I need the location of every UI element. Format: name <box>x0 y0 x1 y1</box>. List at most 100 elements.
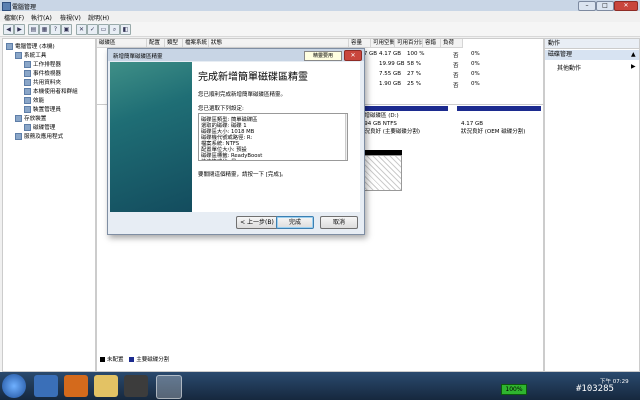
tree-item-label: 事件檢視器 <box>33 71 61 77</box>
folder-open-icon[interactable]: ▭ <box>98 24 109 35</box>
navigation-tree: 電腦管理 (本機) 系統工具 工作排程器事件檢視器共用資料夾本機使用者和群組 效能裝置… <box>2 38 96 372</box>
finish-button[interactable]: 完成 <box>276 216 314 229</box>
unallocated-swatch <box>100 357 105 362</box>
tree-item[interactable]: 服務及應用程式 <box>15 132 63 140</box>
tree-item-label: 服務及應用程式 <box>24 134 64 140</box>
forward-icon[interactable]: ▶ <box>14 24 25 35</box>
column-header[interactable]: 磁碟區 <box>97 39 147 48</box>
wizard-heading: 完成新增簡單磁碟區精靈 <box>198 72 308 83</box>
column-header[interactable]: 負荷 <box>441 39 463 48</box>
column-header[interactable]: 狀態 <box>209 39 349 48</box>
tree-item[interactable]: 電腦管理 (本機) <box>6 42 55 50</box>
actions-pane: 動作 磁碟管理 ▲ 其他動作 ▶ <box>544 38 640 372</box>
actions-section[interactable]: 磁碟管理 <box>545 50 639 60</box>
table-cell: 0% <box>471 81 480 87</box>
view-icon[interactable]: ▣ <box>61 24 72 35</box>
disk-icon[interactable]: ◧ <box>120 24 131 35</box>
table-cell: 7.55 GB <box>379 71 402 77</box>
settings-scrollbar[interactable] <box>345 114 347 160</box>
table-cell: 否 <box>453 53 459 59</box>
back-icon[interactable]: ◀ <box>3 24 14 35</box>
partition-name[interactable]: 4.17 GB <box>461 120 483 128</box>
menu-help[interactable]: 說明(H) <box>88 13 109 22</box>
partition-bar <box>457 106 541 111</box>
menu-file[interactable]: 檔案(F) <box>4 13 24 22</box>
media-player-icon[interactable] <box>124 375 148 397</box>
column-header[interactable]: 類型 <box>165 39 183 48</box>
chevron-right-icon[interactable]: ▶ <box>631 63 636 70</box>
table-cell: 0% <box>471 61 480 67</box>
tree-item[interactable]: 存放裝置 <box>15 114 46 122</box>
table-cell: 1.90 GB <box>379 81 402 87</box>
explorer-icon[interactable] <box>94 375 118 397</box>
wizard-title: 新增簡單磁碟區精靈 <box>113 54 163 60</box>
tree-item-label: 系統工具 <box>24 53 47 59</box>
column-header[interactable]: 檔案系統 <box>183 39 209 48</box>
more-actions[interactable]: 其他動作 <box>557 63 581 72</box>
table-cell: 0% <box>471 51 480 57</box>
cancel-button[interactable]: 取消 <box>320 216 358 229</box>
maximize-button[interactable]: □ <box>596 1 614 11</box>
folder-icon[interactable]: ▤ <box>28 24 39 35</box>
tree-item[interactable]: 本機使用者和群組 <box>24 87 78 95</box>
computer-management-taskbar-icon[interactable] <box>156 375 182 399</box>
tree-item-label: 本機使用者和群組 <box>33 89 78 95</box>
partition-status: 狀況良好 (主要磁碟分割) <box>359 129 421 135</box>
tree-node-icon <box>24 88 31 95</box>
actions-header: 動作 <box>545 39 639 49</box>
tree-item-label: 共用資料夾 <box>33 80 61 86</box>
taskbar <box>0 372 640 400</box>
column-header[interactable]: 可用百分比 <box>395 39 423 48</box>
tree-item[interactable]: 磁碟管理 <box>24 123 55 131</box>
settings-list[interactable]: 磁碟區類型: 簡單磁碟區 選取的磁碟: 磁碟 1 磁碟區大小: 1018 MB 磁碟機… <box>198 113 348 161</box>
help-icon[interactable]: ? <box>50 24 61 35</box>
minimize-button[interactable]: – <box>578 1 596 11</box>
tree-item-label: 裝置管理員 <box>33 107 61 113</box>
tree-item[interactable]: 效能 <box>24 96 44 104</box>
search-icon[interactable]: ⌕ <box>109 24 120 35</box>
selected-settings-label: 您已選取下列設定: <box>198 106 244 112</box>
menu-action[interactable]: 執行(A) <box>31 13 52 22</box>
table-cell: 否 <box>453 83 459 89</box>
check-icon[interactable]: ✓ <box>87 24 98 35</box>
tree-node-icon <box>24 124 31 131</box>
legend-unallocated: 未配置 <box>107 357 124 363</box>
tooltip: 精靈要用 <box>304 51 342 61</box>
tree-item[interactable]: 裝置管理員 <box>24 105 61 113</box>
start-button[interactable] <box>2 374 26 398</box>
tree-item-label: 效能 <box>33 98 45 104</box>
window-title: 電腦管理 <box>12 4 37 11</box>
back-button[interactable]: < 上一步(B) <box>236 216 278 229</box>
table-cell: 58 % <box>407 61 421 67</box>
wizard-close-button[interactable]: ✕ <box>344 50 362 61</box>
partition-status: 狀況良好 (OEM 磁碟分割) <box>461 129 526 135</box>
tree-node-icon <box>6 43 13 50</box>
column-header[interactable]: 配置 <box>147 39 165 48</box>
firefox-icon[interactable] <box>64 375 88 397</box>
new-simple-volume-wizard: 新增簡單磁碟區精靈 精靈要用 ✕ 完成新增簡單磁碟區精靈 您已順利完成新增簡單磁… <box>107 48 365 235</box>
column-header[interactable]: 容錯 <box>423 39 441 48</box>
tree-item[interactable]: 事件檢視器 <box>24 69 61 77</box>
tree-item[interactable]: 共用資料夾 <box>24 78 61 86</box>
title-bar[interactable]: 電腦管理 – □ ✕ <box>0 0 640 11</box>
tree-node-icon <box>24 97 31 104</box>
collapse-icon[interactable]: ▲ <box>631 51 636 58</box>
ie-icon[interactable] <box>34 375 58 397</box>
tree-node-icon <box>24 106 31 113</box>
tree-node-icon <box>15 52 22 59</box>
menu-view[interactable]: 檢視(V) <box>60 13 81 22</box>
toolbar: ◀ ▶ ▤ ▦ ? ▣ ✕ ✓ ▭ ⌕ ◧ <box>0 22 640 37</box>
delete-icon[interactable]: ✕ <box>76 24 87 35</box>
tree-item[interactable]: 系統工具 <box>15 51 46 59</box>
close-button[interactable]: ✕ <box>614 1 638 11</box>
table-cell: 否 <box>453 73 459 79</box>
properties-icon[interactable]: ▦ <box>39 24 50 35</box>
table-cell: 0% <box>471 71 480 77</box>
tree-item[interactable]: 工作排程器 <box>24 60 61 68</box>
tree-node-icon <box>24 79 31 86</box>
column-header[interactable]: 可用空間 <box>371 39 395 48</box>
battery-indicator[interactable]: 100% <box>501 384 527 395</box>
table-cell: 27 % <box>407 71 421 77</box>
menu-bar: 檔案(F) 執行(A) 檢視(V) 說明(H) <box>0 11 640 22</box>
column-header[interactable]: 容量 <box>349 39 371 48</box>
